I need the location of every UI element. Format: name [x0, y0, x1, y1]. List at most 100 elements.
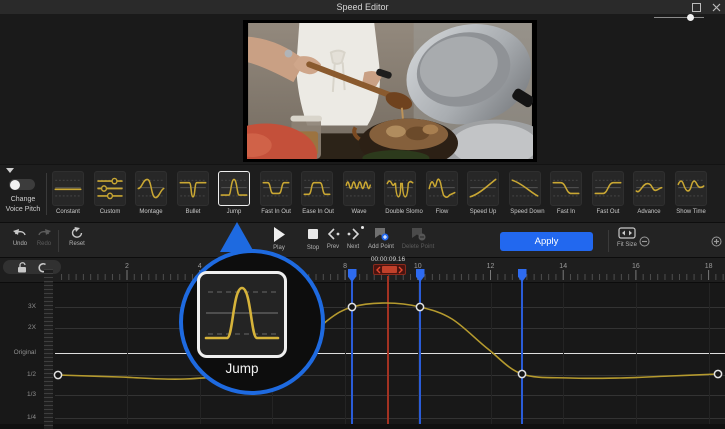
zoom-out-button[interactable]: [639, 234, 650, 252]
playhead-time: 00:00:09.16: [370, 256, 406, 263]
preset-fast-out[interactable]: Fast Out: [591, 171, 624, 215]
redo-label: Redo: [36, 240, 52, 247]
preset-jump[interactable]: Jump: [218, 171, 250, 215]
play-button[interactable]: Play: [264, 227, 294, 251]
fit-size-button[interactable]: Fit Size: [612, 227, 642, 248]
preset-speed-down[interactable]: Speed Down: [508, 171, 545, 215]
preset-ease-in-out[interactable]: Ease In Out: [301, 171, 334, 215]
preset-montage[interactable]: Montage: [135, 171, 167, 215]
video-preview: [243, 20, 537, 162]
voice-pitch-label: Change Voice Pitch: [5, 196, 41, 213]
redo-button[interactable]: Redo: [29, 227, 59, 247]
magnified-jump-curve: [204, 286, 280, 340]
preset-constant[interactable]: Constant: [52, 171, 84, 215]
delete-point-label: Delete Point: [401, 243, 435, 250]
preset-curve-icon: [386, 179, 414, 198]
presets-scroll-dot: [361, 226, 364, 229]
zoom-in-button[interactable]: [711, 234, 722, 252]
next-icon: [347, 228, 359, 240]
ruler-number: 8: [343, 263, 347, 270]
y-axis-label: 1/3: [26, 391, 36, 398]
keyframe-point[interactable]: [517, 369, 527, 379]
speed-graph[interactable]: 3X 2X Original 1/2 1/3 1/4: [0, 269, 725, 429]
reset-button[interactable]: Reset: [62, 227, 92, 247]
close-button[interactable]: [710, 1, 722, 13]
playhead-left-arrow-icon[interactable]: [376, 266, 381, 274]
voice-pitch-toggle[interactable]: [9, 179, 35, 190]
preset-curve-icon: [469, 178, 497, 198]
divider: [58, 230, 59, 252]
preset-fast-in-out[interactable]: Fast In Out: [259, 171, 292, 215]
ruler-number: 12: [487, 263, 495, 270]
preset-flow[interactable]: Flow: [425, 171, 458, 215]
preset-speed-up[interactable]: Speed Up: [467, 171, 499, 215]
title-bar: Speed Editor: [0, 0, 725, 15]
preset-label: Speed Down: [509, 208, 545, 215]
zoom-slider-knob[interactable]: [687, 14, 694, 21]
playhead-center: [382, 266, 397, 273]
preset-label: Ease In Out: [302, 208, 334, 215]
ruler-number: 2: [125, 263, 129, 270]
preset-curve-icon: [635, 179, 663, 197]
keyframe-marker-line[interactable]: [521, 281, 523, 424]
y-axis-ruler: [44, 269, 53, 429]
preset-bullet[interactable]: Bullet: [176, 171, 209, 215]
playhead-right-arrow-icon[interactable]: [398, 266, 403, 274]
keyframe-point[interactable]: [347, 302, 357, 312]
maximize-button[interactable]: [690, 1, 702, 13]
preset-curve-icon: [96, 177, 123, 200]
playhead-handle[interactable]: [373, 264, 406, 275]
preset-row: Change Voice Pitch Constant Custom Montage B…: [0, 164, 725, 223]
delete-point-button[interactable]: Delete Point: [398, 227, 438, 250]
undo-icon: [13, 229, 26, 236]
preset-curve-icon: [594, 179, 621, 197]
y-axis-label: 1/2: [26, 371, 36, 378]
apply-button[interactable]: Apply: [500, 232, 593, 251]
preset-label: Advance: [637, 208, 661, 215]
preset-label: Show Time: [675, 208, 706, 215]
preset-label: Jump: [226, 208, 242, 215]
play-icon: [274, 227, 285, 242]
keyframe-marker-line[interactable]: [351, 281, 353, 424]
preset-curve-icon: [552, 179, 580, 197]
y-axis-label: 3X: [28, 303, 36, 310]
timeline-ruler[interactable]: 24681012141618 00:00:09.16: [0, 256, 725, 283]
preset-wave[interactable]: Wave: [342, 171, 375, 215]
keyframe-marker-line[interactable]: [419, 281, 421, 424]
preset-double-slomo[interactable]: Double Slomo: [384, 171, 423, 215]
preset-label: Wave: [350, 208, 367, 215]
collapse-arrow-icon[interactable]: [6, 168, 14, 173]
close-icon: [712, 3, 720, 11]
magnifier-pointer-icon: [220, 222, 254, 252]
redo-icon: [38, 229, 51, 236]
video-frame-art: [247, 23, 533, 159]
zoom-slider-track[interactable]: [654, 17, 704, 18]
preset-fast-in[interactable]: Fast In: [550, 171, 582, 215]
magnified-jump-preset: [197, 271, 287, 358]
preset-label: Custom: [99, 208, 120, 215]
preset-custom[interactable]: Custom: [93, 171, 126, 215]
preset-label: Flow: [435, 208, 448, 215]
add-point-button[interactable]: Add Point: [363, 227, 399, 250]
preset-label: Fast Out: [596, 208, 619, 215]
zoom-in-icon: [711, 236, 722, 247]
toggle-knob: [10, 179, 20, 190]
playhead-line[interactable]: [387, 276, 389, 424]
preset-advance[interactable]: Advance: [633, 171, 665, 215]
divider: [46, 173, 47, 215]
preset-label: Montage: [139, 208, 163, 215]
zoom-out-icon: [639, 236, 650, 247]
fit-size-label: Fit Size: [617, 241, 637, 248]
preset-label: Bullet: [185, 208, 200, 215]
keyframe-point[interactable]: [415, 302, 425, 312]
keyframe-point[interactable]: [713, 369, 723, 379]
reset-label: Reset: [69, 240, 85, 247]
fit-size-icon: [618, 227, 636, 239]
play-label: Play: [273, 244, 285, 251]
preset-show-time[interactable]: Show Time: [674, 171, 707, 215]
reset-icon: [71, 227, 83, 238]
speed-editor-window: Speed Editor Change Voice Pitch Constant…: [0, 0, 725, 429]
keyframe-point[interactable]: [53, 370, 63, 380]
divider: [608, 230, 609, 252]
preset-curve-icon: [428, 178, 455, 198]
